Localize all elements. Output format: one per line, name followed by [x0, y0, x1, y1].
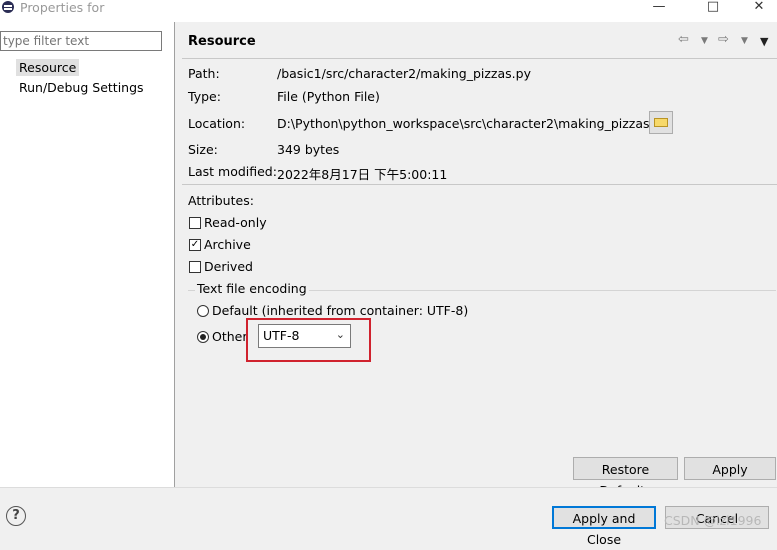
watermark-text: CSDN @lzl1996	[664, 513, 762, 528]
location-value: D:\Python\python_workspace\src\character…	[277, 116, 669, 131]
path-label: Path:	[188, 66, 220, 81]
tree-item-run-debug-settings[interactable]: Run/Debug Settings	[16, 79, 147, 96]
header-divider	[182, 58, 777, 59]
default-encoding-label[interactable]: Default (inherited from container: UTF-8…	[212, 303, 468, 318]
highlight-annotation-box	[246, 318, 371, 362]
read-only-label[interactable]: Read-only	[204, 215, 267, 230]
default-encoding-radio[interactable]	[197, 305, 209, 317]
show-in-explorer-button[interactable]	[649, 111, 673, 134]
archive-checkbox[interactable]: ✓	[189, 239, 201, 251]
help-icon[interactable]: ?	[6, 506, 26, 526]
apply-button[interactable]: Apply	[684, 457, 776, 480]
restore-defaults-button[interactable]: Restore Defaults	[573, 457, 678, 498]
eclipse-app-icon	[2, 1, 14, 13]
type-value: File (Python File)	[277, 89, 380, 104]
archive-label[interactable]: Archive	[204, 237, 251, 252]
back-menu-chevron-icon[interactable]: ▼	[701, 36, 708, 46]
folder-icon	[654, 118, 668, 127]
maximize-button[interactable]: □	[690, 0, 736, 16]
dialog-button-bar	[0, 487, 777, 537]
type-label: Type:	[188, 89, 221, 104]
attributes-label: Attributes:	[188, 193, 254, 208]
derived-label[interactable]: Derived	[204, 259, 253, 274]
forward-menu-chevron-icon[interactable]: ▼	[741, 36, 748, 46]
text-encoding-title: Text file encoding	[195, 281, 309, 296]
size-value: 349 bytes	[277, 142, 340, 157]
path-value: /basic1/src/character2/making_pizzas.py	[277, 66, 531, 81]
last-modified-value: 2022年8月17日 下午5:00:11	[277, 167, 448, 182]
derived-checkbox[interactable]	[189, 261, 201, 273]
back-arrow-icon[interactable]: ⇦	[678, 32, 689, 47]
location-label: Location:	[188, 116, 246, 131]
forward-arrow-icon[interactable]: ⇨	[718, 32, 729, 47]
page-title: Resource	[188, 34, 256, 49]
resource-page	[175, 22, 777, 487]
other-encoding-radio[interactable]	[197, 331, 209, 343]
other-encoding-label[interactable]: Other	[212, 329, 248, 344]
info-divider	[182, 184, 777, 185]
tree-item-resource[interactable]: Resource	[16, 59, 80, 76]
apply-and-close-button[interactable]: Apply and Close	[552, 506, 656, 547]
close-button[interactable]: ✕	[736, 0, 777, 16]
view-menu-icon[interactable]: ▼	[760, 35, 768, 48]
read-only-checkbox[interactable]	[189, 217, 201, 229]
last-modified-label: Last modified:	[188, 164, 277, 179]
size-label: Size:	[188, 142, 218, 157]
minimize-button[interactable]: —	[636, 0, 682, 16]
filter-input[interactable]	[0, 31, 162, 51]
window-title: Properties for	[20, 0, 105, 15]
